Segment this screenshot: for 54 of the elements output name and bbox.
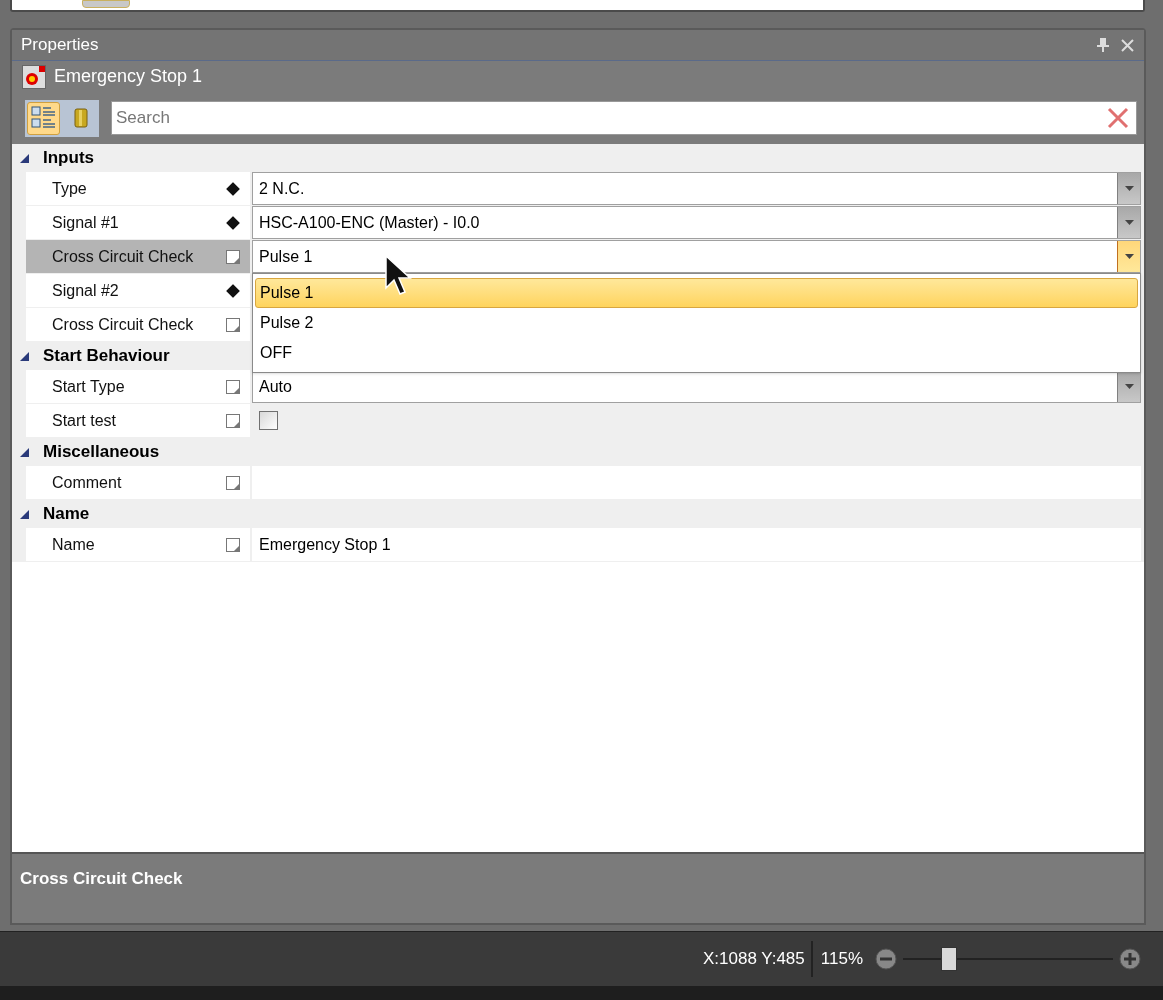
collapse-triangle-icon[interactable] xyxy=(20,153,29,163)
dropdown-arrow-button[interactable] xyxy=(1117,241,1140,272)
clear-icon[interactable] xyxy=(1107,107,1129,129)
dropdown-option[interactable]: Pulse 1 xyxy=(255,278,1138,308)
dropdown-value: 2 N.C. xyxy=(258,178,306,199)
property-label[interactable]: Type xyxy=(26,172,250,205)
property-label[interactable]: Start Type xyxy=(26,370,250,403)
zoom-slider-thumb[interactable] xyxy=(941,947,958,971)
book-icon xyxy=(73,108,88,128)
dropdown-arrow-button[interactable] xyxy=(1117,371,1140,402)
panel-title: Properties xyxy=(21,34,100,57)
property-label[interactable]: Name xyxy=(26,528,250,561)
scroll-thumb[interactable] xyxy=(82,0,130,8)
caret-icon xyxy=(1124,186,1134,191)
emergency-stop-icon xyxy=(22,64,46,89)
caret-icon xyxy=(1124,254,1134,259)
dropdown-field[interactable]: HSC-A100-ENC (Master) - I0.0 xyxy=(252,206,1141,239)
category-heading: Name xyxy=(43,503,90,526)
property-label[interactable]: Comment xyxy=(26,466,250,499)
zoom-out-icon[interactable] xyxy=(875,948,897,970)
collapse-triangle-icon[interactable] xyxy=(20,447,29,457)
list-icon xyxy=(30,105,57,131)
zoom-in-icon[interactable] xyxy=(1119,948,1141,970)
dropdown-arrow-button[interactable] xyxy=(1117,173,1140,204)
category-heading: Start Behaviour xyxy=(43,345,170,368)
property-label[interactable]: Cross Circuit Check xyxy=(26,308,250,341)
dropdown-option[interactable]: OFF xyxy=(255,338,1138,368)
property-label[interactable]: Cross Circuit Check xyxy=(26,240,250,273)
dropdown-option[interactable]: Pulse 2 xyxy=(255,308,1138,338)
property-label[interactable]: Signal #2 xyxy=(26,274,250,307)
dropdown-field[interactable]: 2 N.C. xyxy=(252,172,1141,205)
coordinates-text: X:1088 Y:485 xyxy=(703,948,806,971)
dropdown-arrow-button[interactable] xyxy=(1117,207,1140,238)
dropdown-value: Pulse 1 xyxy=(258,246,314,267)
checkbox[interactable] xyxy=(259,411,278,430)
dropdown-value: HSC-A100-ENC (Master) - I0.0 xyxy=(258,212,481,233)
zoom-text: 115% xyxy=(819,948,864,971)
collapse-triangle-icon[interactable] xyxy=(20,351,29,361)
dropdown-value: Auto xyxy=(258,376,293,397)
category-heading: Miscellaneous xyxy=(43,441,160,464)
caret-icon xyxy=(1124,220,1134,225)
category-heading: Inputs xyxy=(43,147,94,170)
text-field[interactable]: Emergency Stop 1 xyxy=(252,528,1141,561)
zoom-slider-track[interactable] xyxy=(903,946,1113,972)
object-name: Emergency Stop 1 xyxy=(54,65,203,88)
pin-icon[interactable] xyxy=(1097,38,1109,52)
caret-icon xyxy=(1124,384,1134,389)
close-icon[interactable] xyxy=(1121,38,1134,52)
search-field[interactable]: Search xyxy=(111,101,1137,135)
property-label[interactable]: Start test xyxy=(26,404,250,437)
description-title: Cross Circuit Check xyxy=(20,868,184,890)
categorized-view-button[interactable] xyxy=(27,101,60,135)
property-label[interactable]: Signal #1 xyxy=(26,206,250,239)
collapse-triangle-icon[interactable] xyxy=(20,509,29,519)
